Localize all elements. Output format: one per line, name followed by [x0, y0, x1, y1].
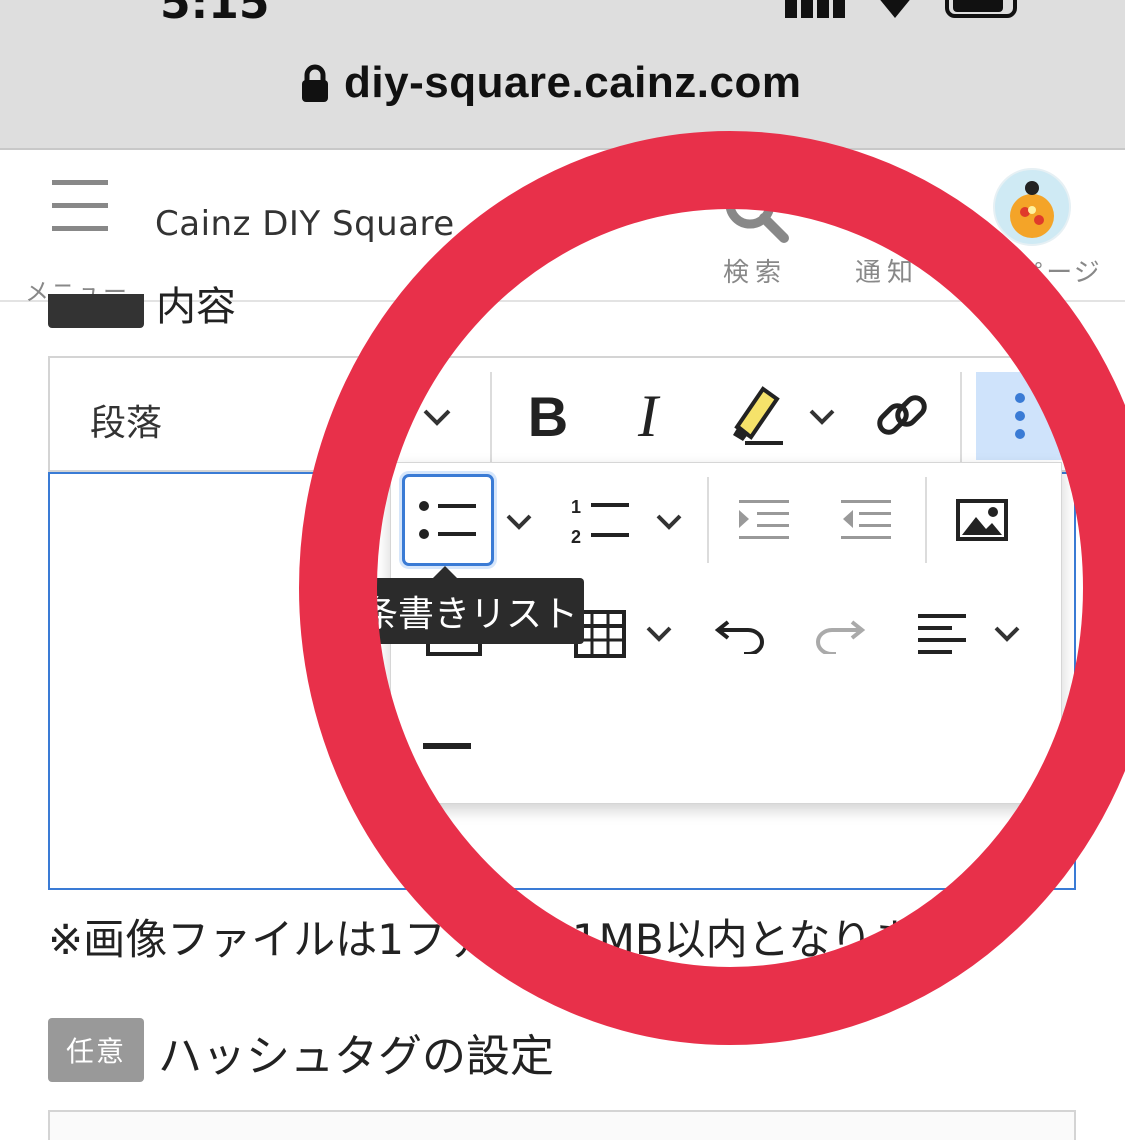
url-text: diy-square.cainz.com	[344, 58, 802, 107]
browser-chrome: 5:15 diy-square.cainz.com	[0, 0, 1125, 150]
toolbar-divider	[707, 477, 709, 563]
toolbar-divider	[925, 477, 927, 563]
search-label: 検索	[722, 258, 787, 288]
horizontal-line-icon	[423, 743, 471, 749]
link-button[interactable]	[870, 378, 934, 454]
undo-button[interactable]	[697, 591, 783, 677]
image-icon	[956, 499, 1008, 541]
hamburger-icon	[52, 180, 108, 231]
numbered-list-button[interactable]: 12	[557, 477, 643, 563]
bold-label: B	[527, 384, 569, 448]
chevron-down-icon[interactable]	[505, 513, 533, 533]
chevron-down-icon[interactable]	[422, 408, 452, 428]
more-vertical-icon	[1015, 393, 1025, 439]
horizontal-line-button[interactable]	[405, 703, 491, 789]
wifi-icon	[880, 0, 910, 18]
mypage-label: ページ	[1018, 258, 1102, 288]
chevron-down-icon[interactable]	[645, 625, 673, 645]
hashtag-section-title: ハッシュタグの設定	[158, 1031, 554, 1082]
bulleted-list-icon	[419, 501, 476, 539]
menu-button[interactable]: メニュー	[22, 178, 132, 306]
svg-text:2: 2	[571, 527, 581, 545]
redo-button[interactable]	[797, 591, 883, 677]
site-logo[interactable]: Cainz DIY Square	[155, 204, 455, 244]
indent-icon	[739, 500, 789, 539]
align-left-icon	[918, 614, 966, 654]
content-section-title: 内容	[156, 284, 236, 330]
paragraph-select[interactable]: 段落	[90, 394, 162, 446]
notification-label: 通知	[854, 258, 919, 288]
numbered-list-icon: 12	[571, 497, 629, 545]
toolbar-divider	[960, 372, 962, 462]
file-size-note: ※画像ファイルは1ファイル1MB以内となります	[48, 915, 957, 964]
status-time: 5:15	[160, 0, 270, 29]
signal-icon	[785, 0, 845, 18]
bell-icon	[867, 200, 907, 235]
svg-text:1: 1	[571, 497, 581, 517]
link-icon	[877, 395, 927, 435]
optional-badge: 任意	[48, 1018, 144, 1082]
chevron-down-icon[interactable]	[808, 408, 836, 428]
chevron-down-icon[interactable]	[993, 625, 1021, 645]
bulleted-list-button[interactable]	[402, 474, 494, 566]
address-bar[interactable]: diy-square.cainz.com	[300, 58, 801, 108]
tooltip: 条書きリスト	[356, 578, 584, 644]
avatar-image	[1010, 181, 1054, 238]
toolbar-divider	[490, 372, 492, 462]
italic-label: I	[638, 382, 658, 449]
more-options-button[interactable]	[976, 372, 1064, 460]
highlighter-icon	[733, 386, 783, 445]
lock-icon	[302, 64, 328, 102]
undo-icon	[714, 620, 764, 654]
decrease-indent-button[interactable]	[823, 477, 909, 563]
battery-icon	[945, 0, 1017, 18]
editor-toolbar: 段落 B I	[48, 356, 1076, 472]
insert-image-button[interactable]	[939, 477, 1025, 563]
redo-icon	[816, 620, 866, 654]
hashtag-input[interactable]	[48, 1110, 1076, 1140]
status-icons	[785, 0, 1025, 18]
highlight-button[interactable]	[720, 378, 790, 454]
required-badge	[48, 294, 144, 328]
bold-button[interactable]: B	[516, 378, 580, 454]
align-button[interactable]	[899, 591, 985, 677]
outdent-icon	[841, 500, 891, 539]
search-icon	[725, 180, 789, 243]
italic-button[interactable]: I	[616, 378, 680, 454]
chevron-down-icon[interactable]	[655, 513, 683, 533]
avatar[interactable]	[993, 168, 1071, 246]
increase-indent-button[interactable]	[721, 477, 807, 563]
